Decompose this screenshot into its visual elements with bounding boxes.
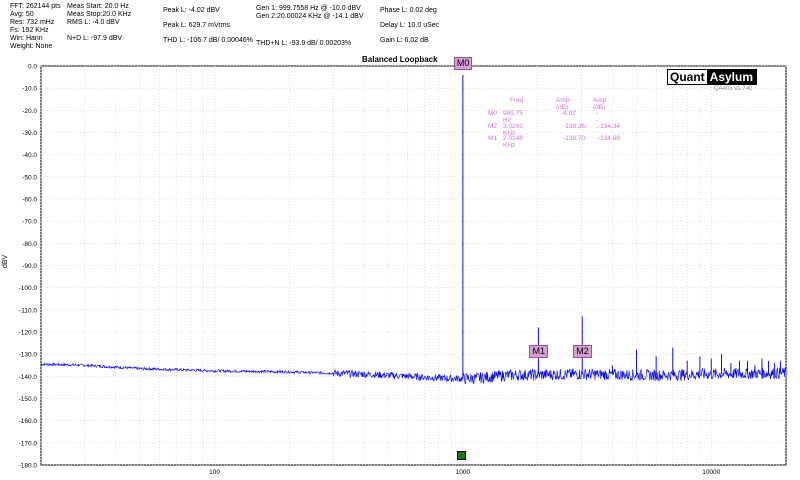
marker-row-amp: -4.02 xyxy=(561,110,576,117)
y-tick-label: -170.0 xyxy=(19,440,38,447)
y-tick-label: -160.0 xyxy=(19,418,38,425)
marker-table-header-freq: Freq xyxy=(510,97,524,104)
y-tick-label: -110.0 xyxy=(19,307,37,314)
y-tick-label: -10.0 xyxy=(22,86,37,93)
y-tick-label: -80.0 xyxy=(22,241,37,248)
y-tick-label: -30.0 xyxy=(22,130,37,137)
y-tick-label: -130.0 xyxy=(19,352,38,359)
marker-table-header-amp: Amp (dB) xyxy=(556,97,570,111)
x-tick-label: 100 xyxy=(209,469,220,476)
marker-table-header-amp: Amp (dB) xyxy=(593,97,607,111)
x-tick-label: 10000 xyxy=(702,469,720,476)
y-tick-label: -150.0 xyxy=(19,396,38,403)
x-tick-label: 1000 xyxy=(456,469,471,476)
marker-row-label: M1 xyxy=(488,135,498,142)
version-label: QA401 v1.740 xyxy=(714,86,753,92)
marker-row-amp: -134.34 xyxy=(598,123,621,130)
quantasylum-logo: Quant Asylum xyxy=(667,69,758,85)
y-tick-label: -20.0 xyxy=(22,108,37,115)
y-axis-label: dBV xyxy=(2,254,9,268)
y-tick-label: -50.0 xyxy=(22,174,37,181)
marker-row-freq: 999.75 Hz xyxy=(503,110,523,124)
y-tick-label: -70.0 xyxy=(22,219,37,226)
y-tick-label: -180.0 xyxy=(19,463,38,470)
frequency-cursor-handle[interactable] xyxy=(457,451,466,460)
marker-row-amp: -134.68 xyxy=(598,135,621,142)
y-tick-label: -40.0 xyxy=(22,152,37,159)
logo-asylum: Asylum xyxy=(706,70,757,84)
marker-row-freq: 2.0148 KHz xyxy=(503,135,523,149)
marker-m1-badge[interactable]: M1 xyxy=(529,345,548,358)
marker-row-label: M2 xyxy=(488,123,498,130)
marker-m0-badge[interactable]: M0 xyxy=(453,56,473,70)
marker-row-amp: -138.36 xyxy=(563,123,586,130)
chart-title: Balanced Loopback xyxy=(362,55,438,64)
y-tick-label: -60.0 xyxy=(22,197,37,204)
y-tick-label: -90.0 xyxy=(22,263,37,270)
y-tick-label: -140.0 xyxy=(19,374,38,381)
marker-row-amp: -138.70 xyxy=(563,135,586,142)
logo-quant: Quant xyxy=(668,70,707,84)
y-tick-label: 0.0 xyxy=(28,64,37,71)
marker-m2-badge[interactable]: M2 xyxy=(573,345,592,358)
y-tick-label: -100.0 xyxy=(19,285,38,292)
y-tick-label: -120.0 xyxy=(19,330,38,337)
marker-row-label: M0 xyxy=(488,110,498,117)
